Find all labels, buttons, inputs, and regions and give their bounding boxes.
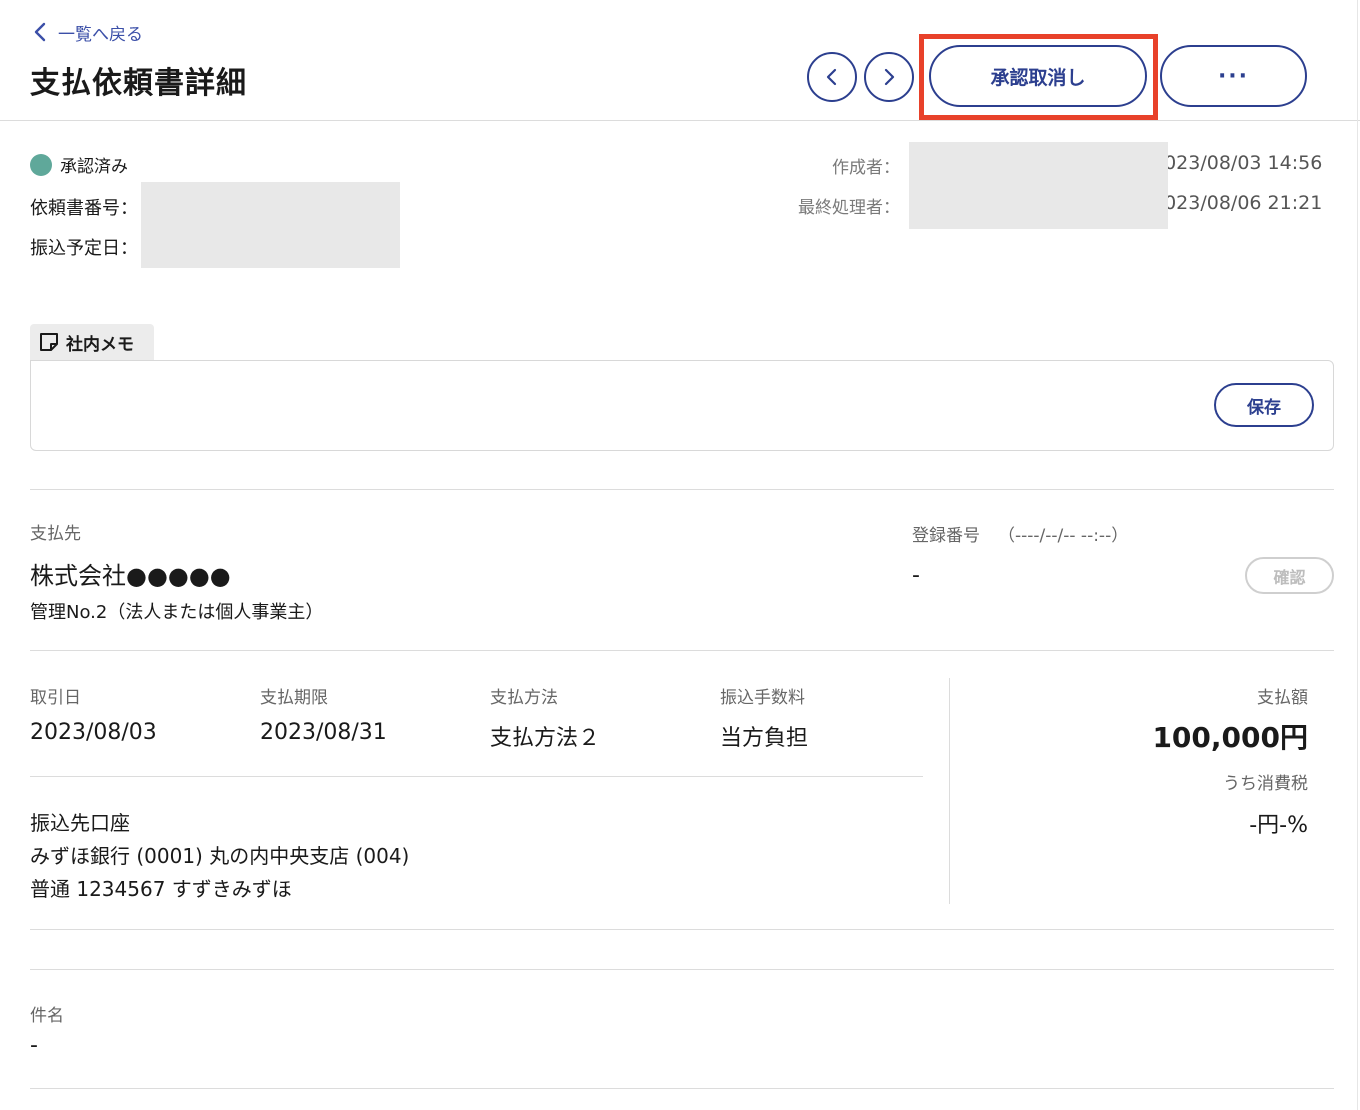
trade-date: 2023/08/03 <box>30 720 157 745</box>
next-button[interactable] <box>864 52 914 102</box>
details-divider <box>30 776 923 777</box>
status-badge: 承認済み <box>30 152 128 177</box>
payee-name: 株式会社●●●●● <box>30 562 231 590</box>
creator-label: 作成者： <box>832 158 900 178</box>
amount-label: 支払額 <box>1257 688 1308 708</box>
memo-input[interactable] <box>30 360 1334 451</box>
last-processor-label: 最終処理者： <box>798 198 900 218</box>
trade-date-label: 取引日 <box>30 688 81 708</box>
section-divider <box>30 1088 1334 1089</box>
transfer-fee: 当方負担 <box>720 726 809 751</box>
payment-method-label: 支払方法 <box>490 688 558 708</box>
cancel-approval-button[interactable]: 承認取消し <box>929 45 1147 107</box>
section-divider <box>30 650 1334 651</box>
back-link[interactable]: 一覧へ戻る <box>30 20 143 45</box>
chevron-left-icon <box>826 68 837 86</box>
note-icon <box>40 333 58 351</box>
page-title: 支払依頼書詳細 <box>30 66 247 101</box>
chevron-left-icon <box>34 22 46 42</box>
more-options-button[interactable]: ··· <box>1160 45 1307 107</box>
payee-sub: 管理No.2（法人または個人事業主） <box>30 602 324 623</box>
section-divider <box>30 489 1334 490</box>
account-number: 普通 1234567 すずきみずほ <box>30 877 292 901</box>
registration-date: （----/--/-- --:--） <box>998 526 1129 546</box>
memo-tab-label: 社内メモ <box>66 334 134 355</box>
status-dot <box>30 153 52 176</box>
creator-time: 2023/08/03 14:56 <box>1152 152 1323 174</box>
section-divider <box>30 929 1334 930</box>
back-link-label: 一覧へ戻る <box>58 24 143 45</box>
payment-method: 支払方法２ <box>490 726 601 751</box>
header-divider <box>0 120 1360 121</box>
chevron-right-icon <box>884 68 895 86</box>
due-date-label: 支払期限 <box>260 688 328 708</box>
column-divider <box>949 678 950 904</box>
status-label: 承認済み <box>60 157 128 177</box>
registration-value: - <box>912 563 920 588</box>
transfer-date-label: 振込予定日： <box>30 238 138 259</box>
tax-value: -円-% <box>1249 813 1308 838</box>
account-bank: みずほ銀行 (0001) 丸の内中央支店 (004) <box>30 844 410 868</box>
due-date: 2023/08/31 <box>260 720 387 745</box>
memo-tab: 社内メモ <box>30 324 154 360</box>
right-edge-line <box>1357 0 1358 1110</box>
subject-label: 件名 <box>30 1006 64 1026</box>
subject-value: - <box>30 1033 38 1058</box>
tax-label: うち消費税 <box>1223 774 1308 794</box>
previous-button[interactable] <box>807 52 857 102</box>
save-button[interactable]: 保存 <box>1214 383 1314 427</box>
transfer-fee-label: 振込手数料 <box>720 688 805 708</box>
amount-value: 100,000円 <box>1152 721 1308 754</box>
section-divider <box>30 969 1334 970</box>
last-processor-time: 2023/08/06 21:21 <box>1152 192 1323 214</box>
redacted-area <box>909 142 1168 229</box>
request-no-label: 依頼書番号： <box>30 198 138 219</box>
registration-label: 登録番号 <box>912 526 980 546</box>
payee-label: 支払先 <box>30 524 81 544</box>
confirm-button[interactable]: 確認 <box>1245 557 1334 594</box>
account-label: 振込先口座 <box>30 811 130 835</box>
redacted-area <box>141 182 400 268</box>
